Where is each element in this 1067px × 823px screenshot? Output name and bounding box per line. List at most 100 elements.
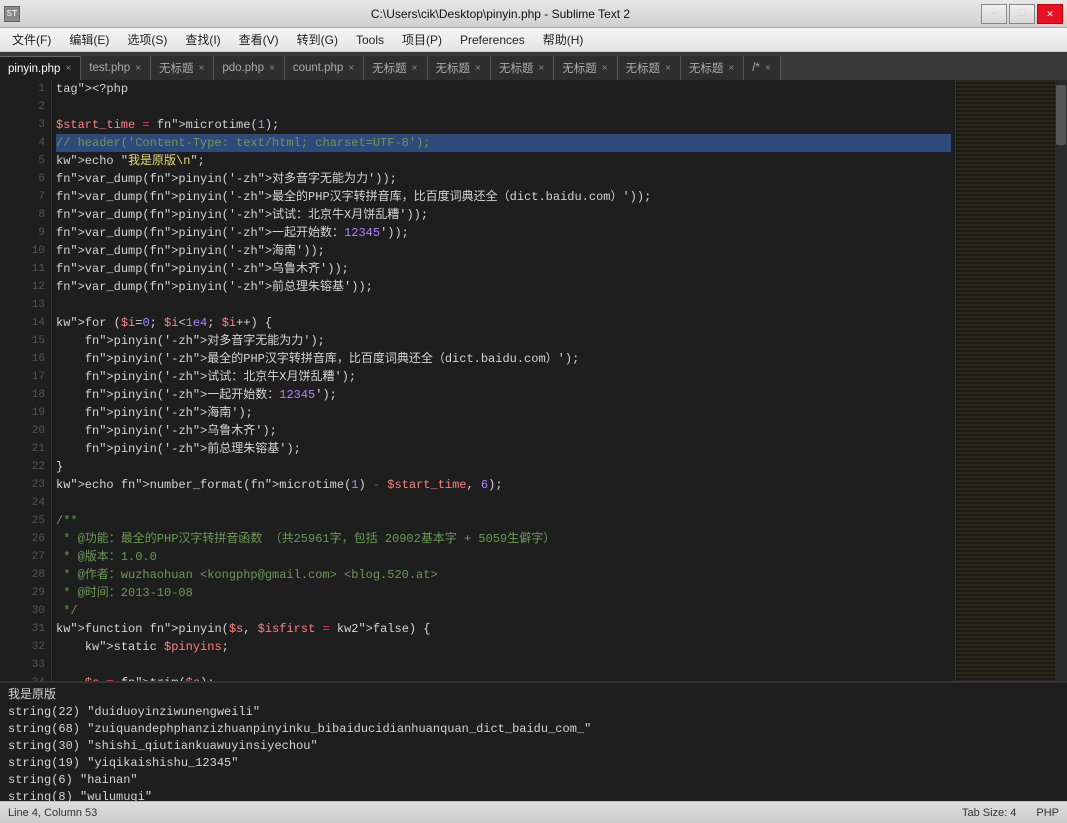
code-line-34: $s = fn">trim($s); [56,674,951,681]
tab-label-0: pinyin.php [8,63,60,75]
tab-close-2[interactable]: × [198,63,206,74]
tab-size-label[interactable]: Tab Size: 4 [962,807,1016,819]
code-line-13 [56,296,951,314]
line-number-12: 12 [14,278,51,296]
menu-item-project[interactable]: 项目(P) [394,29,450,51]
line-number-5: 5 [14,152,51,170]
tab-close-0[interactable]: × [64,63,72,74]
menu-item-help[interactable]: 帮助(H) [535,29,592,51]
menu-item-goto[interactable]: 转到(G) [289,29,346,51]
tab-close-1[interactable]: × [134,63,142,74]
gutter [0,80,14,681]
code-line-21: fn">pinyin('-zh">前总理朱镕基'); [56,440,951,458]
output-panel: 我是原版string(22) "duiduoyinziwunengweili" s… [0,681,1067,801]
tab-4[interactable]: count.php× [285,56,364,80]
tab-close-6[interactable]: × [474,63,482,74]
line-number-21: 21 [14,440,51,458]
tab-close-4[interactable]: × [347,63,355,74]
tab-5[interactable]: 无标题 × [364,56,427,80]
line-number-1: 1 [14,80,51,98]
tab-10[interactable]: 无标题× [681,56,744,80]
tab-label-5: 无标题 [372,60,407,76]
status-bar: Line 4, Column 53 Tab Size: 4 PHP [0,801,1067,823]
code-line-17: fn">pinyin('-zh">试试：北京牛X月饼乱糟'); [56,368,951,386]
tab-label-7: 无标题 [499,60,534,76]
syntax-label[interactable]: PHP [1036,807,1059,819]
output-line-0: 我是原版 [8,687,1059,704]
code-line-22: } [56,458,951,476]
line-number-14: 14 [14,314,51,332]
output-line-1: string(22) "duiduoyinziwunengweili" [8,704,1059,721]
line-number-3: 3 [14,116,51,134]
code-line-26: * @功能：最全的PHP汉字转拼音函数 （共25961字，包括 20902基本字… [56,530,951,548]
close-button[interactable]: ✕ [1037,4,1063,24]
code-line-16: fn">pinyin('-zh">最全的PHP汉字转拼音库，比百度词典还全（di… [56,350,951,368]
line-number-18: 18 [14,386,51,404]
line-number-15: 15 [14,332,51,350]
tab-1[interactable]: test.php × [81,56,151,80]
code-line-32: kw">static $pinyins; [56,638,951,656]
tabs-bar: pinyin.php×test.php×无标题×pdo.php×count.ph… [0,52,1067,80]
code-line-11: fn">var_dump(fn">pinyin('-zh">乌鲁木齐')); [56,260,951,278]
code-line-6: fn">var_dump(fn">pinyin('-zh">对多音字无能为力')… [56,170,951,188]
scrollbar-thumb[interactable] [1056,85,1066,145]
code-line-7: fn">var_dump(fn">pinyin('-zh">最全的PHP汉字转拼… [56,188,951,206]
menu-bar: 文件(F)编辑(E)选项(S)查找(I)查看(V)转到(G)Tools项目(P)… [0,28,1067,52]
line-number-33: 33 [14,656,51,674]
tab-6[interactable]: 无标题× [428,56,491,80]
tab-close-11[interactable]: × [764,63,772,74]
line-number-6: 6 [14,170,51,188]
tab-label-3: pdo.php [222,62,264,74]
tab-3[interactable]: pdo.php × [214,56,284,80]
window-title: C:\Users\cik\Desktop\pinyin.php - Sublim… [20,7,981,21]
minimize-button[interactable]: — [981,4,1007,24]
line-number-26: 26 [14,530,51,548]
vertical-scrollbar[interactable] [1055,80,1067,681]
code-editor[interactable]: tag"><?php$start_time = fn">microtime(1)… [52,80,955,681]
tab-2[interactable]: 无标题 × [151,56,214,80]
menu-item-selection[interactable]: 选项(S) [119,29,175,51]
menu-item-file[interactable]: 文件(F) [4,29,59,51]
menu-item-edit[interactable]: 编辑(E) [61,29,117,51]
line-number-16: 16 [14,350,51,368]
tab-close-5[interactable]: × [411,63,419,74]
title-bar: ST C:\Users\cik\Desktop\pinyin.php - Sub… [0,0,1067,28]
tab-close-8[interactable]: × [601,63,609,74]
tab-close-9[interactable]: × [664,63,672,74]
tab-label-1: test.php [89,62,130,74]
tab-close-10[interactable]: × [727,63,735,74]
tab-7[interactable]: 无标题× [491,56,554,80]
menu-item-find[interactable]: 查找(I) [177,29,228,51]
code-line-29: * @时间：2013-10-08 [56,584,951,602]
tab-8[interactable]: 无标题 × [554,56,617,80]
line-numbers: 1234567891011121314151617181920212223242… [14,80,52,681]
line-number-28: 28 [14,566,51,584]
output-line-3: string(30) "shishi_qiutiankuawuyinsiyech… [8,738,1059,755]
tab-label-11: /* [752,62,760,74]
code-line-27: * @版本：1.0.0 [56,548,951,566]
menu-item-preferences[interactable]: Preferences [452,29,533,51]
tab-close-7[interactable]: × [537,63,545,74]
line-number-30: 30 [14,602,51,620]
tab-0[interactable]: pinyin.php × [0,56,81,80]
menu-item-tools[interactable]: Tools [348,29,392,51]
tab-label-8: 无标题 [562,60,597,76]
tab-9[interactable]: 无标题× [618,56,681,80]
line-number-17: 17 [14,368,51,386]
line-number-27: 27 [14,548,51,566]
tab-close-3[interactable]: × [268,63,276,74]
maximize-button[interactable]: □ [1009,4,1035,24]
tab-11[interactable]: /* × [744,56,781,80]
line-number-29: 29 [14,584,51,602]
code-line-24 [56,494,951,512]
line-number-32: 32 [14,638,51,656]
window-controls: — □ ✕ [981,4,1063,24]
menu-item-view[interactable]: 查看(V) [231,29,287,51]
code-line-12: fn">var_dump(fn">pinyin('-zh">前总理朱镕基')); [56,278,951,296]
tab-label-10: 无标题 [689,60,724,76]
line-number-19: 19 [14,404,51,422]
tab-label-2: 无标题 [159,60,194,76]
line-number-11: 11 [14,260,51,278]
line-number-10: 10 [14,242,51,260]
code-line-8: fn">var_dump(fn">pinyin('-zh">试试：北京牛X月饼乱… [56,206,951,224]
